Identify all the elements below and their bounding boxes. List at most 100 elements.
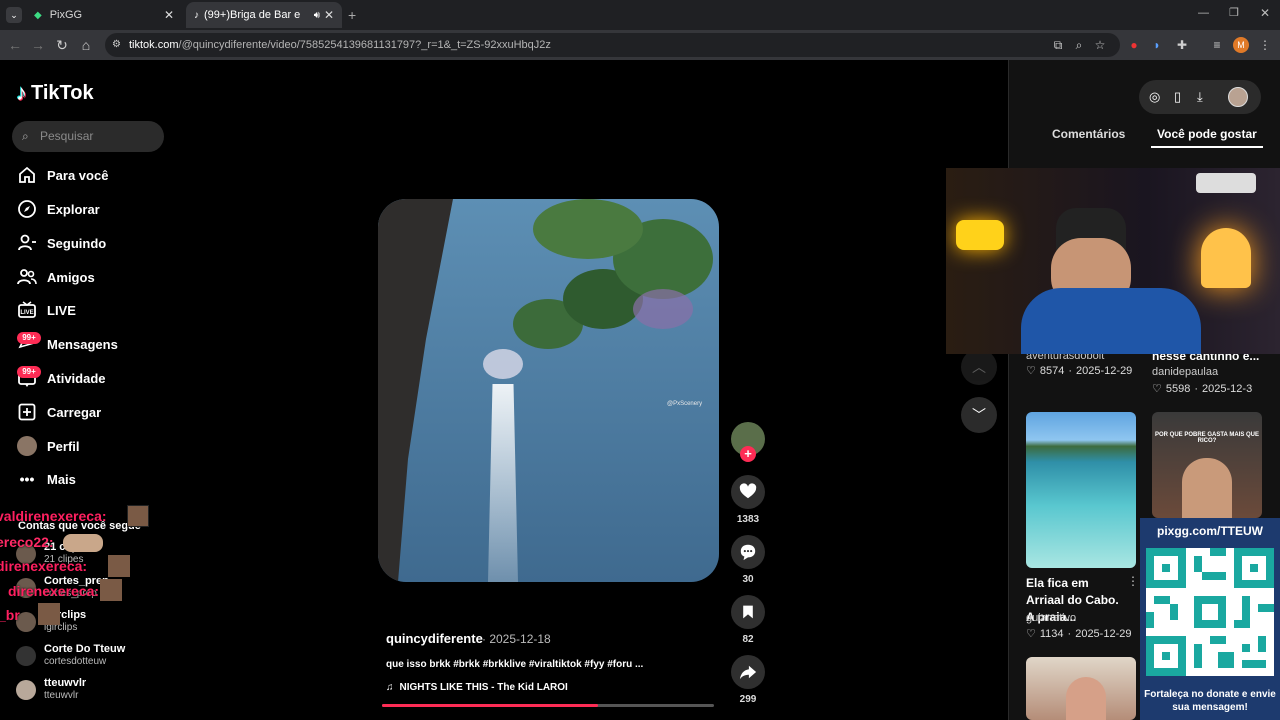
bookmark-icon[interactable]: [731, 595, 765, 629]
close-tab-icon[interactable]: ✕: [164, 8, 174, 22]
restore-button[interactable]: ❐: [1229, 6, 1239, 19]
coin-icon[interactable]: ◎: [1149, 89, 1160, 105]
tab-label: PixGG: [49, 9, 83, 21]
chat-message: direnexereca:: [8, 583, 100, 599]
sidebar-item-label: Atividade: [47, 370, 106, 386]
search-input[interactable]: ⌕ Pesquisar: [12, 121, 164, 152]
minimize-button[interactable]: —: [1198, 7, 1209, 19]
video-description[interactable]: que isso brkk #brkk #brkklive #viraltikt…: [386, 659, 643, 670]
extension-audio-icon[interactable]: ◗: [1149, 37, 1165, 53]
url-host: tiktok.com: [129, 39, 179, 51]
new-tab-button[interactable]: +: [348, 7, 356, 23]
chevron-up-icon: ︿: [972, 359, 986, 375]
card-user[interactable]: guianativo: [1026, 612, 1076, 624]
bookmark-star-icon[interactable]: ☆: [1092, 37, 1108, 53]
video-player[interactable]: [378, 199, 719, 582]
search-placeholder: Pesquisar: [40, 129, 94, 143]
sidebar-item-para-voce[interactable]: Para você: [16, 163, 108, 187]
phone-icon[interactable]: ▯: [1174, 89, 1181, 105]
qr-code-graphic: [1146, 548, 1274, 676]
messages-badge: 99+: [17, 332, 41, 344]
tiktok-logo[interactable]: ♪ TikTok: [16, 80, 94, 106]
chat-emote-icon: [127, 505, 149, 527]
back-arrow-icon[interactable]: ←: [6, 36, 24, 54]
card-user[interactable]: danidepaulaa: [1152, 366, 1218, 378]
heart-outline-icon: ♡: [1026, 628, 1036, 640]
top-tools: ◎ ▯ ⤓: [1139, 80, 1261, 114]
more-icon: •••: [19, 471, 35, 487]
url-input[interactable]: ⚙ tiktok.com/@quincydiferente/video/7585…: [105, 33, 1120, 57]
share-arrow-icon[interactable]: [731, 655, 765, 689]
video-date: · 2025-12-18: [482, 632, 551, 646]
tab-voce-pode-gostar[interactable]: Você pode gostar: [1157, 127, 1257, 141]
home-button-icon[interactable]: ⌂: [77, 36, 95, 54]
person-face: [1066, 677, 1106, 720]
comment-action[interactable]: 30: [730, 535, 766, 585]
comment-icon[interactable]: [731, 535, 765, 569]
profile-icon: [16, 435, 38, 457]
forward-arrow-icon[interactable]: →: [29, 36, 47, 54]
heart-icon[interactable]: [731, 475, 765, 509]
video-author[interactable]: quincydiferente: [386, 631, 483, 646]
card-date: 2025-12-3: [1202, 382, 1253, 395]
search-icon: ⌕: [22, 129, 29, 143]
like-action[interactable]: 1383: [730, 475, 766, 525]
install-app-icon[interactable]: ⧉: [1050, 37, 1066, 53]
more-options-icon[interactable]: ⋮: [1127, 574, 1139, 588]
sidebar-item-amigos[interactable]: Amigos: [16, 265, 95, 289]
tab-search-button[interactable]: ⌄: [6, 7, 22, 23]
tab-comentarios[interactable]: Comentários: [1052, 127, 1125, 141]
media-control-icon[interactable]: ≡: [1209, 37, 1225, 53]
download-icon[interactable]: ⤓: [1197, 89, 1203, 105]
tab-tiktok[interactable]: ♪ (99+)Briga de Bar e Humor 🔊︎ ✕: [186, 2, 342, 28]
follow-plus-button[interactable]: +: [740, 446, 756, 462]
music-link[interactable]: ♫ NIGHTS LIKE THIS - The Kid LAROI: [386, 682, 568, 693]
speaker-icon[interactable]: 🔊︎: [314, 10, 320, 21]
sidebar-item-seguindo[interactable]: Seguindo: [16, 231, 106, 255]
sidebar-item-perfil[interactable]: Perfil: [16, 434, 80, 458]
zoom-icon[interactable]: ⌕: [1071, 37, 1087, 53]
extension-red-icon[interactable]: ●: [1126, 37, 1142, 53]
shelf-car: [1196, 173, 1256, 193]
lamp-light: [956, 220, 1004, 250]
share-count: 299: [739, 694, 757, 705]
card-likes: 1134: [1039, 627, 1064, 640]
browser-menu-icon[interactable]: ⋮: [1257, 37, 1273, 53]
tab-pixgg[interactable]: ◆ PixGG ✕: [26, 2, 182, 28]
previous-video-button[interactable]: ︿: [961, 349, 997, 385]
user-avatar[interactable]: [1228, 87, 1248, 107]
sidebar-item-explorar[interactable]: Explorar: [16, 197, 100, 221]
close-tab-icon[interactable]: ✕: [324, 8, 334, 22]
close-window-button[interactable]: ✕: [1260, 6, 1270, 20]
following-account[interactable]: tteuwvlr tteuwvlr: [16, 677, 86, 702]
avatar: [16, 679, 36, 700]
video-watermark: @PxScenery: [667, 401, 703, 407]
beach-video-thumbnail[interactable]: [1026, 412, 1136, 568]
site-info-icon[interactable]: ⚙: [112, 33, 121, 57]
reload-icon[interactable]: ↻: [53, 36, 71, 54]
rich-poor-video-thumbnail[interactable]: POR QUE POBRE GASTA MAIS QUE RICO?: [1152, 412, 1262, 518]
video-waterfall: [488, 384, 518, 582]
video-progress-bar[interactable]: [382, 704, 714, 707]
pixgg-favicon-icon: ◆: [34, 9, 42, 21]
sidebar-item-mais[interactable]: ••• Mais: [16, 467, 76, 491]
next-video-button[interactable]: ﹀: [961, 397, 997, 433]
extensions-puzzle-icon[interactable]: ✚: [1174, 37, 1190, 53]
sidebar-item-carregar[interactable]: Carregar: [16, 400, 101, 424]
card-meta: ♡ 8574 · 2025-12-29: [1026, 364, 1132, 378]
sidebar-item-live[interactable]: LIVE LIVE: [16, 298, 76, 322]
live-icon: LIVE: [16, 299, 38, 321]
chat-emote-icon: [100, 579, 122, 601]
browser-tabbar: ⌄ ◆ PixGG ✕ ♪ (99+)Briga de Bar e Humor …: [0, 0, 1280, 30]
account-handle: tteuwvlr: [44, 690, 79, 701]
profile-avatar-icon[interactable]: M: [1233, 37, 1249, 53]
qr-code: [1146, 548, 1274, 676]
sidebar-item-label: Explorar: [47, 201, 100, 217]
video-foliage: [473, 199, 719, 399]
video-cliff: [378, 199, 453, 582]
video-thumbnail[interactable]: [1026, 657, 1136, 720]
share-action[interactable]: 299: [730, 655, 766, 705]
following-account[interactable]: Corte Do Tteuw cortesdotteuw: [16, 643, 125, 668]
url-path: /@quincydiferente/video/7585254139681131…: [178, 39, 551, 51]
save-action[interactable]: 82: [730, 595, 766, 645]
